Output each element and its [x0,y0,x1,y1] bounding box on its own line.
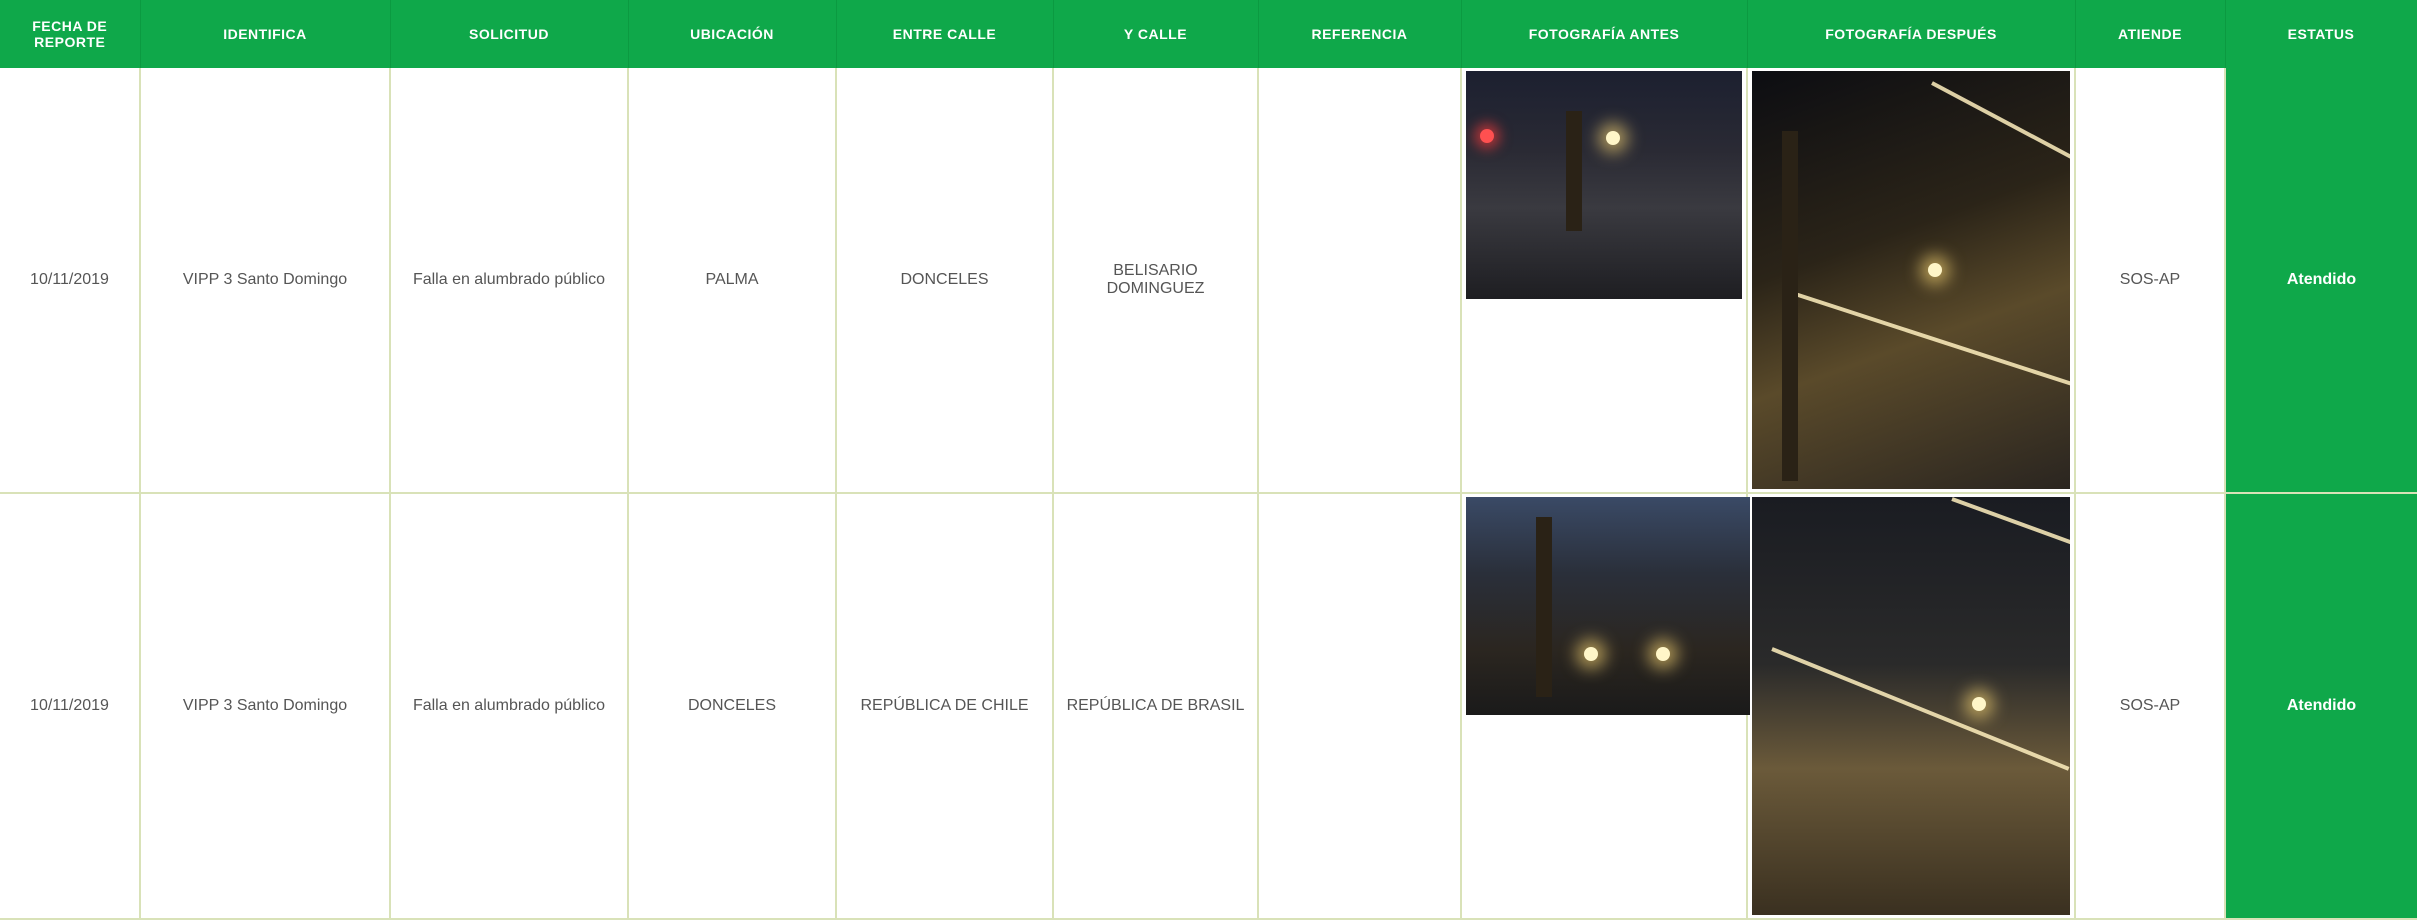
header-entre-calle: ENTRE CALLE [836,0,1054,68]
header-row: FECHA DE REPORTE IDENTIFICA SOLICITUD UB… [0,0,2417,68]
cell-solicitud: Falla en alumbrado público [390,493,629,920]
cell-foto-despues [1747,68,2076,494]
status-badge: Atendido [2225,493,2417,920]
photo-before-image[interactable] [1466,71,1742,299]
header-solicitud: SOLICITUD [390,0,629,68]
header-foto-antes: FOTOGRAFÍA ANTES [1461,0,1748,68]
photo-after-image[interactable] [1752,71,2070,489]
cell-entre-calle: REPÚBLICA DE CHILE [836,493,1054,920]
cell-identifica: VIPP 3 Santo Domingo [140,68,391,494]
cell-y-calle: REPÚBLICA DE BRASIL [1053,493,1259,920]
cell-solicitud: Falla en alumbrado público [390,68,629,494]
cell-foto-despues [1747,493,2076,920]
cell-ubicacion: DONCELES [628,493,837,920]
header-fecha: FECHA DE REPORTE [0,0,141,68]
cell-fecha: 10/11/2019 [0,493,141,920]
header-referencia: REFERENCIA [1258,0,1462,68]
cell-ubicacion: PALMA [628,68,837,494]
reports-table: FECHA DE REPORTE IDENTIFICA SOLICITUD UB… [0,0,2417,920]
table-row: 10/11/2019 VIPP 3 Santo Domingo Falla en… [0,493,2417,920]
cell-atiende: SOS-AP [2075,68,2226,494]
cell-referencia [1258,68,1462,494]
photo-after-image[interactable] [1752,497,2070,915]
cell-y-calle: BELISARIO DOMINGUEZ [1053,68,1259,494]
header-y-calle: Y CALLE [1053,0,1259,68]
header-ubicacion: UBICACIÓN [628,0,837,68]
cell-entre-calle: DONCELES [836,68,1054,494]
cell-foto-antes [1461,493,1750,920]
photo-before-image[interactable] [1466,497,1750,715]
cell-referencia [1258,493,1462,920]
status-badge: Atendido [2225,68,2417,494]
cell-fecha: 10/11/2019 [0,68,141,494]
table-row: 10/11/2019 VIPP 3 Santo Domingo Falla en… [0,68,2417,494]
header-atiende: ATIENDE [2075,0,2226,68]
header-foto-despues: FOTOGRAFÍA DESPUÉS [1747,0,2076,68]
cell-foto-antes [1461,68,1748,494]
header-identifica: IDENTIFICA [140,0,391,68]
header-estatus: ESTATUS [2225,0,2417,68]
cell-atiende: SOS-AP [2075,493,2226,920]
cell-identifica: VIPP 3 Santo Domingo [140,493,391,920]
